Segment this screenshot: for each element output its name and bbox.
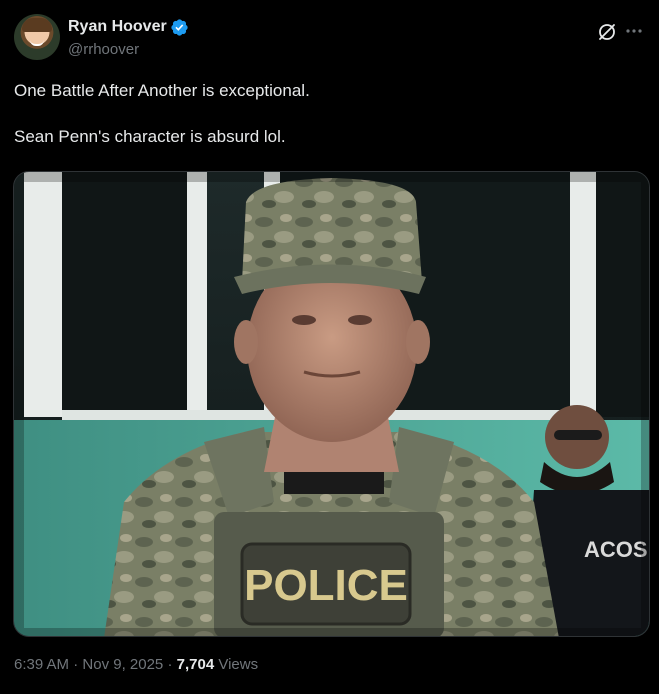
tweet-line-1: One Battle After Another is exceptional. <box>14 81 310 100</box>
verified-badge-icon[interactable] <box>170 18 189 37</box>
tweet-header: Ryan Hoover @rrhoover <box>14 14 645 64</box>
avatar[interactable] <box>14 14 60 60</box>
views-count[interactable]: 7,704 <box>177 656 215 673</box>
tweet-time[interactable]: 6:39 AM <box>14 656 69 673</box>
tweet-image[interactable]: ACOS POLICE <box>13 171 650 637</box>
police-patch-text: POLICE <box>244 561 408 610</box>
photo-illustration: ACOS POLICE <box>14 172 649 636</box>
meta-separator: · <box>73 656 79 673</box>
tweet-text: One Battle After Another is exceptional.… <box>14 80 644 147</box>
tweet-line-2: Sean Penn's character is absurd lol. <box>14 127 286 146</box>
handle[interactable]: @rrhoover <box>68 41 189 58</box>
background-shirt-text: ACOS <box>584 537 648 562</box>
user-block: Ryan Hoover @rrhoover <box>68 16 189 58</box>
views-label: Views <box>218 656 259 673</box>
name-row: Ryan Hoover <box>68 16 189 38</box>
tweet-meta: 6:39 AM · Nov 9, 2025 · 7,704 Views <box>14 656 258 673</box>
tweet-date[interactable]: Nov 9, 2025 <box>82 656 163 673</box>
more-options-icon[interactable] <box>623 20 645 42</box>
meta-separator-2: · <box>167 656 173 673</box>
grok-icon[interactable] <box>597 22 617 42</box>
display-name[interactable]: Ryan Hoover <box>68 18 167 36</box>
